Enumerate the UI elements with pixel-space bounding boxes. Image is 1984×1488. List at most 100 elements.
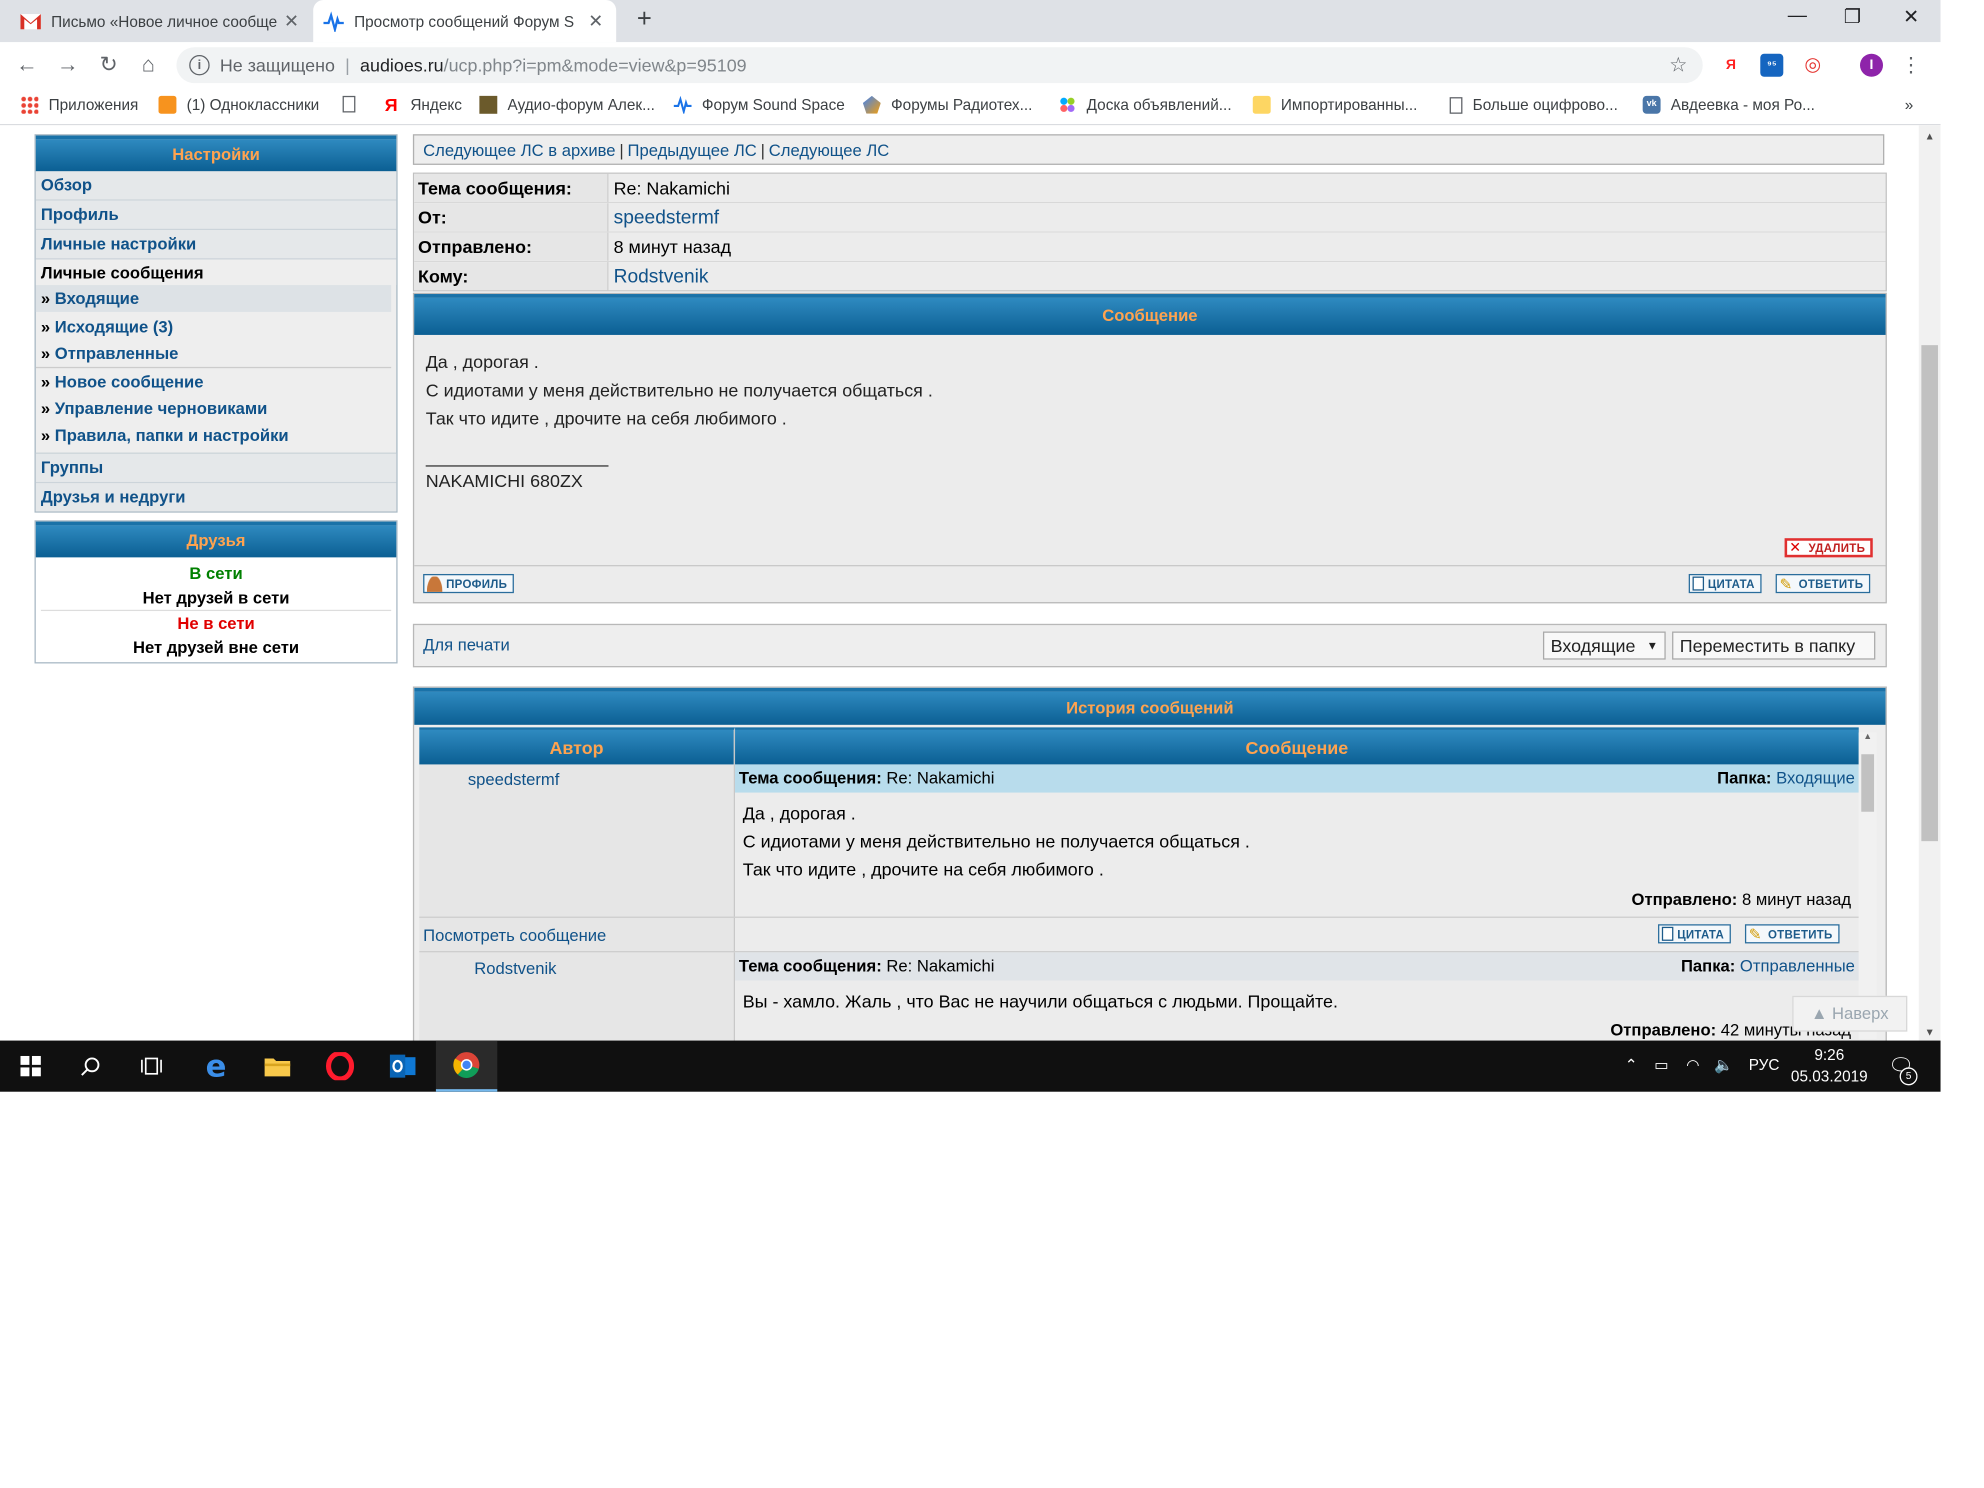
close-tab-icon[interactable]: ✕ [281,10,301,32]
wifi-icon[interactable]: ◠ [1686,1056,1699,1074]
bookmark-avdeevka[interactable]: vk Авдеевка - моя Ро... [1642,95,1815,114]
bookmark-sound-space[interactable]: Форум Sound Space [673,95,845,116]
delete-button[interactable]: ✕ УДАЛИТЬ [1784,538,1873,558]
clock[interactable]: 9:26 05.03.2019 [1785,1044,1874,1087]
history-entry: speedstermf Тема сообщения: Re: Nakamich… [419,764,1859,918]
profile-button[interactable]: ПРОФИЛЬ [423,573,514,594]
page-scroll-thumb[interactable] [1921,345,1938,842]
battery-icon[interactable]: ▭ [1654,1056,1669,1074]
history-reply-button[interactable]: ✎ ОТВЕТИТЬ [1744,924,1839,944]
message-header: Сообщение [414,294,1886,335]
back-to-top-button[interactable]: ▲ Наверх [1792,995,1908,1032]
sidebar-item-overview[interactable]: Обзор [35,171,397,201]
bookmark-apps[interactable]: Приложения [20,95,138,114]
tray-chevron-icon[interactable]: ⌃ [1625,1056,1638,1074]
chrome-icon[interactable] [435,1040,498,1092]
sidebar-item-outbox[interactable]: » Исходящие (3) [36,313,391,340]
search-icon[interactable] [60,1041,121,1092]
history-scroll-thumb[interactable] [1861,754,1875,812]
dropdown-arrow-icon: ▼ [1646,639,1659,652]
bookmark-ads-board[interactable]: Доска объявлений... [1058,95,1232,114]
bookmark-blank-page[interactable] [342,95,366,113]
url-path: /ucp.php?i=pm&mode=view&p=95109 [443,54,747,76]
history-author-link[interactable]: speedstermf [419,764,733,789]
yandex-extension-icon[interactable]: Я [1719,53,1743,77]
sidebar-item-friends-foes[interactable]: Друзья и недруги [35,483,397,512]
bookmark-odnoklassniki[interactable]: (1) Одноклассники [158,95,319,114]
new-tab-icon[interactable]: + [629,5,660,34]
forward-icon[interactable]: → [52,52,83,78]
task-view-icon[interactable] [121,1041,182,1092]
from-user-link[interactable]: speedstermf [614,207,720,229]
next-archive-link[interactable]: Следующее ЛС в архиве [423,141,615,160]
bookmark-imported-folder[interactable]: Импортированны... [1252,95,1417,114]
history-scrollbar[interactable]: ▲ [1858,732,1877,1040]
page-icon [342,95,356,113]
info-icon[interactable]: i [189,54,210,76]
minimize-icon[interactable]: — [1768,5,1827,27]
next-pm-link[interactable]: Следующее ЛС [769,141,890,160]
prev-pm-link[interactable]: Предыдущее ЛС [628,141,757,160]
tab-gmail[interactable]: Письмо «Новое личное сообще ✕ [10,0,312,42]
reload-icon[interactable]: ↻ [93,52,124,78]
back-icon[interactable]: ← [12,52,43,78]
print-link[interactable]: Для печати [423,635,510,654]
notifications-icon[interactable]: 🗨 5 [1888,1053,1918,1086]
address-bar[interactable]: i Не защищено | audioes.ru /ucp.php?i=pm… [176,47,1703,84]
file-explorer-icon[interactable] [247,1041,308,1092]
move-to-folder-button[interactable]: Переместить в папку [1672,631,1876,660]
bookmarks-overflow-icon[interactable]: » [1905,96,1914,114]
extension-icon[interactable]: ⁹⁵ [1760,53,1784,77]
folder-select[interactable]: Входящие ▼ [1542,631,1666,660]
opera-icon[interactable] [309,1041,370,1092]
maximize-icon[interactable]: ❐ [1823,5,1882,28]
sidebar-item-rules[interactable]: » Правила, папки и настройки [36,422,391,449]
scroll-down-icon[interactable]: ▼ [1919,1027,1941,1039]
menu-kebab-icon[interactable]: ⋮ [1896,52,1927,78]
edge-icon[interactable]: e [185,1041,246,1092]
history-view-cell: Посмотреть сообщение [419,917,736,952]
sidebar-item-compose[interactable]: » Новое сообщение [36,368,391,395]
scroll-up-icon[interactable]: ▲ [1859,732,1877,741]
friends-online-empty: Нет друзей в сети [40,585,392,612]
quote-button[interactable]: ЦИТАТА [1688,573,1762,594]
friends-panel: Друзья В сети Нет друзей в сети Не в сет… [34,520,398,664]
windows-taskbar: e ⌃ ▭ ◠ 🔈 РУС 9:26 05.03.2019 🗨 5 [0,1040,1941,1092]
sidebar-item-inbox[interactable]: » Входящие [35,285,392,312]
outlook-icon[interactable] [372,1041,433,1092]
target-extension-icon[interactable]: ◎ [1801,53,1825,77]
history-entry-footer: Посмотреть сообщение ЦИТАТА ✎ ОТВЕТИТЬ [419,917,1859,953]
history-folder-link[interactable]: Отправленные [1740,956,1855,975]
bookmark-radiotech[interactable]: Форумы Радиотех... [862,95,1032,114]
message-line: Да , дорогая . [425,351,539,372]
sidebar-item-groups[interactable]: Группы [35,452,397,484]
close-window-icon[interactable]: ✕ [1882,5,1941,28]
bookmark-star-icon[interactable]: ☆ [1669,52,1687,78]
history-sent: Отправлено: 42 минуты назад [1610,1020,1852,1040]
bookmark-yandex[interactable]: Я Яндекс [382,96,462,114]
sent-value: 8 минут назад [608,232,1886,261]
view-message-link[interactable]: Посмотреть сообщение [423,926,606,945]
scroll-up-icon[interactable]: ▲ [1919,130,1941,142]
sidebar-item-drafts[interactable]: » Управление черновиками [36,395,391,422]
history-folder-link[interactable]: Входящие [1776,768,1855,787]
history-quote-button[interactable]: ЦИТАТА [1658,924,1731,944]
tab-title: Письмо «Новое личное сообще [51,12,278,31]
volume-icon[interactable]: 🔈 [1714,1056,1733,1074]
history-author-link[interactable]: Rodstvenik [419,952,733,978]
reply-button[interactable]: ✎ ОТВЕТИТЬ [1775,573,1870,594]
windows-start-icon[interactable] [0,1041,61,1092]
sidebar-item-preferences[interactable]: Личные настройки [35,230,397,260]
page-scrollbar[interactable]: ▲ ▼ [1918,125,1941,1041]
delete-icon: ✕ [1789,540,1802,556]
sidebar-item-sent[interactable]: » Отправленные [35,340,392,369]
home-icon[interactable]: ⌂ [133,52,164,78]
sidebar-item-profile[interactable]: Профиль [35,200,397,231]
profile-avatar[interactable]: I [1859,53,1884,77]
tab-forum[interactable]: Просмотр сообщений Форум S ✕ [313,0,617,43]
close-tab-icon[interactable]: ✕ [585,10,605,32]
input-language[interactable]: РУС [1749,1056,1780,1074]
bookmark-digitize[interactable]: Больше оцифрово... [1449,96,1618,114]
to-user-link[interactable]: Rodstvenik [614,266,709,288]
bookmark-audio-forum[interactable]: Аудио-форум Алек... [479,95,655,114]
